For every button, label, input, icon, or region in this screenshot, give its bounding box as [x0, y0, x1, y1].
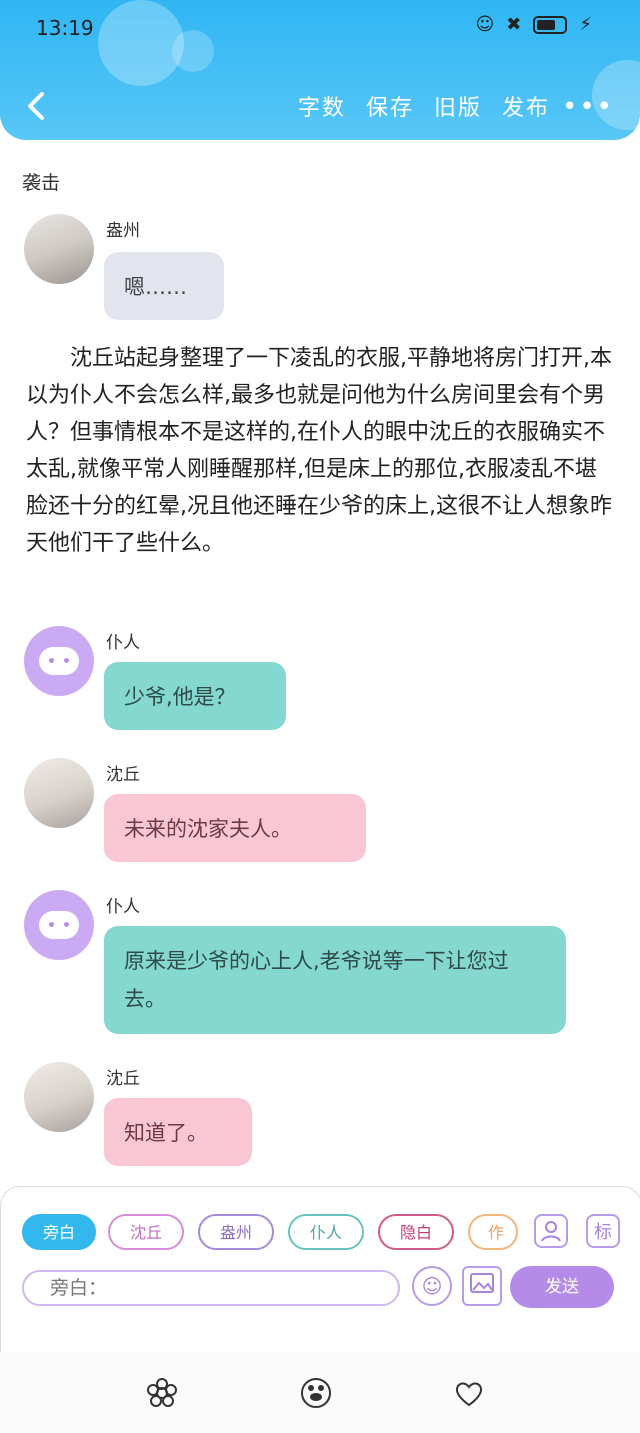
message-bubble[interactable]: 未来的沈家夫人。	[104, 794, 366, 862]
message-bubble[interactable]: 知道了。	[104, 1098, 252, 1166]
back-arrow-icon[interactable]	[22, 88, 52, 124]
role-chip-narrator[interactable]: 旁白	[22, 1214, 96, 1250]
chat-face-icon	[39, 911, 79, 939]
avatar-shenqiu[interactable]	[24, 758, 94, 828]
person-icon	[541, 1221, 561, 1242]
speaker-name: 仆人	[106, 633, 140, 653]
narration-text[interactable]: 沈丘站起身整理了一下凌乱的衣服,平静地将房门打开,本以为仆人不会怎么样,最多也就…	[26, 340, 616, 562]
emoji-icon[interactable]: ☺	[412, 1266, 452, 1306]
role-chip-hidden[interactable]: 隐白	[378, 1214, 454, 1250]
decor-bubble	[172, 30, 214, 72]
publish-button[interactable]: 发布	[502, 90, 550, 122]
image-icon[interactable]	[462, 1266, 502, 1306]
speaker-name: 沈丘	[106, 1069, 140, 1089]
add-character-icon[interactable]	[534, 1214, 568, 1248]
flower-nav-icon[interactable]	[145, 1376, 179, 1410]
battery-icon	[533, 15, 568, 34]
old-version-button[interactable]: 旧版	[434, 90, 482, 122]
save-button[interactable]: 保存	[366, 90, 414, 122]
message-bubble[interactable]: 原来是少爷的心上人,老爷说等一下让您过去。	[104, 926, 566, 1034]
charging-icon: ⚡	[579, 14, 592, 35]
role-chip-author[interactable]: 作者	[468, 1214, 518, 1250]
avatar-yingzhou[interactable]	[24, 214, 94, 284]
word-count-button[interactable]: 字数	[298, 90, 346, 122]
tag-button[interactable]: 标	[586, 1214, 620, 1248]
chat-face-icon	[39, 647, 79, 675]
message-input[interactable]: 旁白：	[22, 1270, 400, 1306]
bone-icon: ✖	[506, 14, 522, 35]
top-header: 13:19 ☺ ✖ ⚡ 字数 保存 旧版 发布 •••	[0, 0, 640, 140]
notification-icon: ☺	[475, 14, 495, 35]
heart-nav-icon[interactable]	[452, 1376, 486, 1410]
decor-bubble	[98, 0, 184, 86]
more-options-icon[interactable]: •••	[562, 92, 614, 122]
role-chip-yingzhou[interactable]: 盎州	[198, 1214, 274, 1250]
header-actions: 字数 保存 旧版 发布	[298, 90, 550, 122]
message-bubble[interactable]: 嗯……	[104, 252, 224, 320]
message-bubble[interactable]: 少爷,他是？	[104, 662, 286, 730]
send-button[interactable]: 发送	[510, 1266, 614, 1308]
role-chip-servant[interactable]: 仆人	[288, 1214, 364, 1250]
status-time: 13:19	[36, 16, 94, 40]
speaker-name: 沈丘	[106, 765, 140, 785]
paw-nav-icon[interactable]	[299, 1376, 333, 1410]
role-chip-shenqiu[interactable]: 沈丘	[108, 1214, 184, 1250]
speaker-name: 盎州	[106, 221, 140, 241]
avatar-servant[interactable]	[24, 890, 94, 960]
chapter-title: 袭击	[22, 172, 61, 194]
status-icons: ☺ ✖ ⚡	[476, 14, 593, 35]
avatar-servant[interactable]	[24, 626, 94, 696]
avatar-shenqiu[interactable]	[24, 1062, 94, 1132]
image-picture-icon	[470, 1273, 494, 1293]
speaker-name: 仆人	[106, 897, 140, 917]
